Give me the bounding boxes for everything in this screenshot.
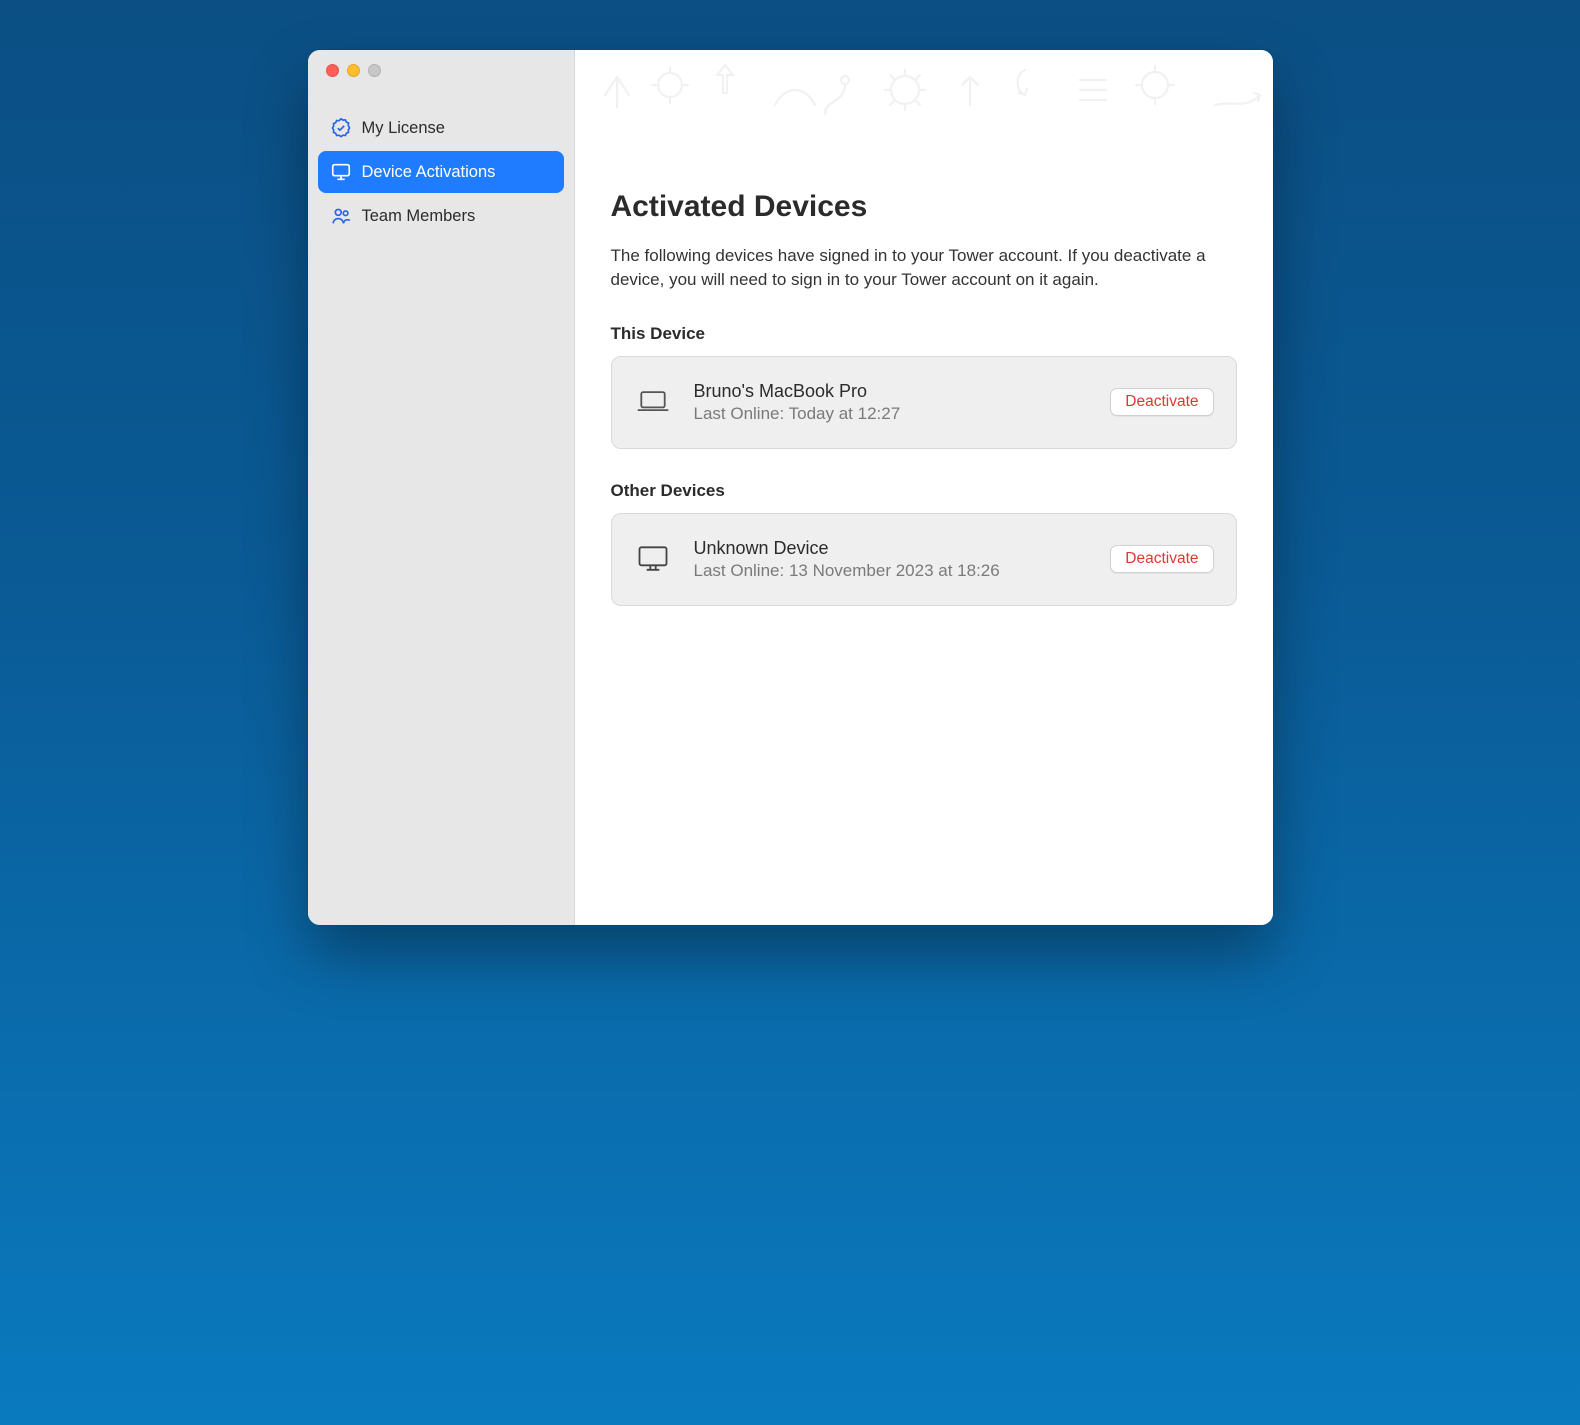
monitor-icon: [330, 161, 352, 183]
page-intro: The following devices have signed in to …: [611, 244, 1221, 292]
other-devices-heading: Other Devices: [611, 481, 1237, 501]
sidebar: My License Device Activations Team M: [308, 50, 575, 925]
desktop-icon: [634, 544, 672, 574]
device-last-online: Last Online: 13 November 2023 at 18:26: [694, 561, 1089, 581]
window-controls: [318, 50, 564, 107]
device-info: Bruno's MacBook Pro Last Online: Today a…: [694, 381, 1089, 424]
close-window-button[interactable]: [326, 64, 339, 77]
device-info: Unknown Device Last Online: 13 November …: [694, 538, 1089, 581]
laptop-icon: [634, 387, 672, 417]
sidebar-item-team-members[interactable]: Team Members: [318, 195, 564, 237]
device-last-online: Last Online: Today at 12:27: [694, 404, 1089, 424]
users-icon: [330, 205, 352, 227]
other-device-card: Unknown Device Last Online: 13 November …: [611, 513, 1237, 606]
sidebar-item-my-license[interactable]: My License: [318, 107, 564, 149]
this-device-card: Bruno's MacBook Pro Last Online: Today a…: [611, 356, 1237, 449]
sidebar-item-device-activations[interactable]: Device Activations: [318, 151, 564, 193]
maximize-window-button[interactable]: [368, 64, 381, 77]
device-name: Unknown Device: [694, 538, 1089, 559]
deactivate-button[interactable]: Deactivate: [1110, 545, 1213, 573]
page-title: Activated Devices: [611, 190, 1237, 224]
sidebar-item-label: Device Activations: [362, 163, 496, 182]
app-window: My License Device Activations Team M: [308, 50, 1273, 925]
sidebar-item-label: My License: [362, 119, 445, 138]
minimize-window-button[interactable]: [347, 64, 360, 77]
content-area: Activated Devices The following devices …: [575, 50, 1273, 925]
sidebar-item-label: Team Members: [362, 207, 476, 226]
device-name: Bruno's MacBook Pro: [694, 381, 1089, 402]
this-device-heading: This Device: [611, 324, 1237, 344]
main-panel: Activated Devices The following devices …: [575, 50, 1273, 668]
badge-check-icon: [330, 117, 352, 139]
deactivate-button[interactable]: Deactivate: [1110, 388, 1213, 416]
